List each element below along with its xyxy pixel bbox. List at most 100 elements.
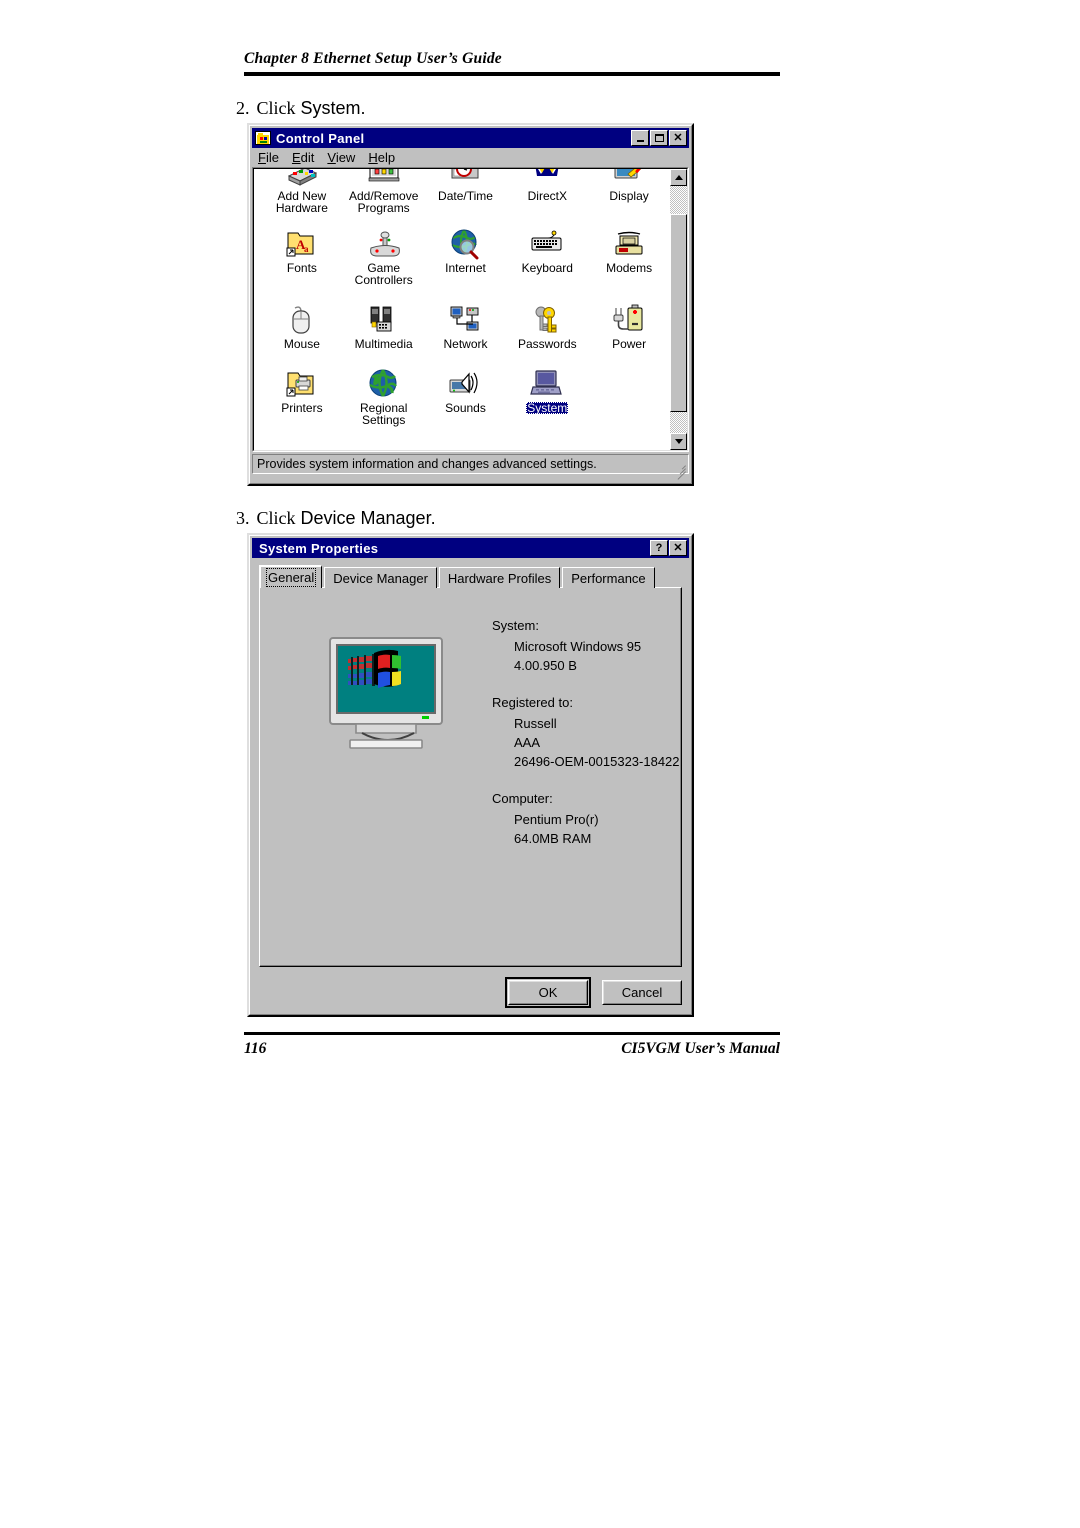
resize-grip-icon[interactable] bbox=[674, 460, 686, 480]
fonts-icon: A a bbox=[285, 228, 319, 260]
scroll-down-button[interactable] bbox=[670, 433, 687, 450]
control-panel-item-keyboard[interactable]: Keyboard bbox=[506, 228, 588, 286]
page-number: 116 bbox=[244, 1040, 267, 1057]
add-new-hardware-icon bbox=[285, 169, 319, 188]
cancel-button-label: Cancel bbox=[621, 985, 663, 1000]
control-panel-item-label: Printers bbox=[281, 401, 323, 415]
control-panel-item-label: Regional Settings bbox=[360, 401, 408, 427]
menu-item-file[interactable]: File bbox=[258, 150, 279, 165]
control-panel-item-label: Sounds bbox=[445, 401, 486, 415]
control-panel-item-printers[interactable]: Printers bbox=[261, 368, 343, 426]
control-panel-menubar[interactable]: File Edit View Help bbox=[252, 148, 689, 167]
step-3-text: Click Device Manager. bbox=[257, 508, 436, 529]
tab-performance-label: Performance bbox=[571, 570, 646, 586]
ok-button[interactable]: OK bbox=[505, 977, 591, 1008]
system-icon bbox=[530, 368, 564, 400]
control-panel-item-modems[interactable]: Modems bbox=[588, 228, 670, 286]
minimize-button[interactable] bbox=[631, 130, 649, 146]
keyboard-icon bbox=[530, 228, 564, 260]
control-panel-icon-grid: Add New Hardware Add/Remove Programs Dat… bbox=[255, 169, 670, 450]
control-panel-item-system[interactable]: System bbox=[506, 368, 588, 426]
power-icon bbox=[612, 304, 646, 336]
close-button[interactable]: ✕ bbox=[669, 540, 687, 556]
scrollbar-track[interactable] bbox=[670, 186, 687, 433]
control-panel-icon bbox=[255, 131, 271, 145]
control-panel-item-display[interactable]: Display bbox=[588, 169, 670, 214]
control-panel-item-label: Game Controllers bbox=[354, 261, 413, 287]
help-button[interactable]: ? bbox=[650, 540, 668, 556]
game-controllers-icon bbox=[367, 228, 401, 260]
maximize-button[interactable] bbox=[650, 130, 668, 146]
tab-hardware-profiles-label: Hardware Profiles bbox=[447, 570, 552, 586]
control-panel-item-label: Internet bbox=[445, 261, 486, 275]
cancel-button[interactable]: Cancel bbox=[602, 980, 682, 1005]
control-panel-item-game-controllers[interactable]: Game Controllers bbox=[343, 228, 425, 286]
control-panel-client-area: Add New Hardware Add/Remove Programs Dat… bbox=[252, 167, 689, 452]
footer-rule bbox=[244, 1032, 780, 1035]
control-panel-item-label: Passwords bbox=[517, 337, 577, 351]
registered-line-2: AAA bbox=[514, 735, 541, 750]
control-panel-item-label: Mouse bbox=[283, 337, 320, 351]
control-panel-item-label: Modems bbox=[606, 261, 653, 275]
minimize-icon bbox=[636, 140, 644, 142]
icon-row-3: Mouse Multimedia Network Passwords Power bbox=[261, 304, 670, 350]
mouse-icon bbox=[285, 304, 319, 336]
control-panel-item-fonts[interactable]: A a Fonts bbox=[261, 228, 343, 286]
control-panel-item-label: Multimedia bbox=[354, 337, 413, 351]
control-panel-title: Control Panel bbox=[276, 130, 365, 146]
icon-row-1: Add New Hardware Add/Remove Programs Dat… bbox=[261, 169, 670, 214]
control-panel-item-regional-settings[interactable]: Regional Settings bbox=[343, 368, 425, 426]
control-panel-item-label: Fonts bbox=[286, 261, 317, 275]
header-rule bbox=[244, 72, 780, 76]
control-panel-item-internet[interactable]: Internet bbox=[425, 228, 507, 286]
menu-item-help[interactable]: Help bbox=[368, 150, 395, 165]
system-properties-title: System Properties bbox=[259, 540, 379, 556]
system-line-1: Microsoft Windows 95 bbox=[514, 639, 642, 654]
computer-line-2: 64.0MB RAM bbox=[514, 831, 592, 846]
tab-strip[interactable]: General Device Manager Hardware Profiles… bbox=[259, 565, 682, 588]
network-icon bbox=[448, 304, 482, 336]
menu-item-edit[interactable]: Edit bbox=[292, 150, 314, 165]
control-panel-window[interactable]: Control Panel ✕ File Edit View Help Add … bbox=[247, 123, 694, 486]
close-button[interactable]: ✕ bbox=[669, 130, 687, 146]
control-panel-item-label: Power bbox=[612, 337, 647, 351]
control-panel-item-date-time[interactable]: Date/Time bbox=[425, 169, 507, 214]
tab-general[interactable]: General bbox=[259, 565, 323, 588]
control-panel-item-mouse[interactable]: Mouse bbox=[261, 304, 343, 350]
arrow-down-icon bbox=[674, 439, 683, 444]
computer-group: Computer: Pentium Pro(r) 64.0MB RAM bbox=[492, 789, 680, 848]
page-footer: 116 CI5VGM User’s Manual bbox=[244, 1040, 780, 1058]
control-panel-item-multimedia[interactable]: Multimedia bbox=[343, 304, 425, 350]
tab-hardware-profiles[interactable]: Hardware Profiles bbox=[438, 567, 561, 588]
control-panel-item-empty bbox=[588, 368, 670, 426]
control-panel-item-passwords[interactable]: Passwords bbox=[506, 304, 588, 350]
control-panel-item-label: DirectX bbox=[527, 189, 567, 203]
system-properties-titlebar[interactable]: System Properties ? ✕ bbox=[252, 538, 689, 558]
control-panel-item-label: Keyboard bbox=[521, 261, 573, 275]
computer-header: Computer: bbox=[492, 791, 553, 806]
status-text: Provides system information and changes … bbox=[257, 457, 597, 471]
control-panel-statusbar: Provides system information and changes … bbox=[252, 454, 689, 480]
control-panel-item-sounds[interactable]: Sounds bbox=[425, 368, 507, 426]
passwords-icon bbox=[530, 304, 564, 336]
tab-device-manager-label: Device Manager bbox=[333, 570, 428, 586]
control-panel-item-network[interactable]: Network bbox=[425, 304, 507, 350]
menu-item-view[interactable]: View bbox=[327, 150, 355, 165]
tab-device-manager[interactable]: Device Manager bbox=[324, 567, 437, 588]
control-panel-item-add-new-hardware[interactable]: Add New Hardware bbox=[261, 169, 343, 214]
tab-panel-general: System: Microsoft Windows 95 4.00.950 B … bbox=[259, 587, 682, 967]
multimedia-icon bbox=[367, 304, 401, 336]
step-3: 3. Click Device Manager. bbox=[236, 508, 436, 529]
vertical-scrollbar[interactable] bbox=[670, 169, 687, 450]
maximize-icon bbox=[654, 134, 664, 142]
control-panel-titlebar[interactable]: Control Panel ✕ bbox=[252, 128, 689, 148]
control-panel-item-directx[interactable]: DirectX bbox=[506, 169, 588, 214]
control-panel-item-power[interactable]: Power bbox=[588, 304, 670, 350]
tab-performance[interactable]: Performance bbox=[562, 567, 655, 588]
system-properties-dialog[interactable]: System Properties ? ✕ General Device Man… bbox=[247, 533, 694, 1017]
scrollbar-thumb[interactable] bbox=[670, 214, 687, 412]
icon-row-4: Printers Regional Settings Sounds System bbox=[261, 368, 670, 426]
control-panel-item-add-remove-programs[interactable]: Add/Remove Programs bbox=[343, 169, 425, 214]
scroll-up-button[interactable] bbox=[670, 169, 687, 186]
svg-text:a: a bbox=[304, 244, 309, 254]
